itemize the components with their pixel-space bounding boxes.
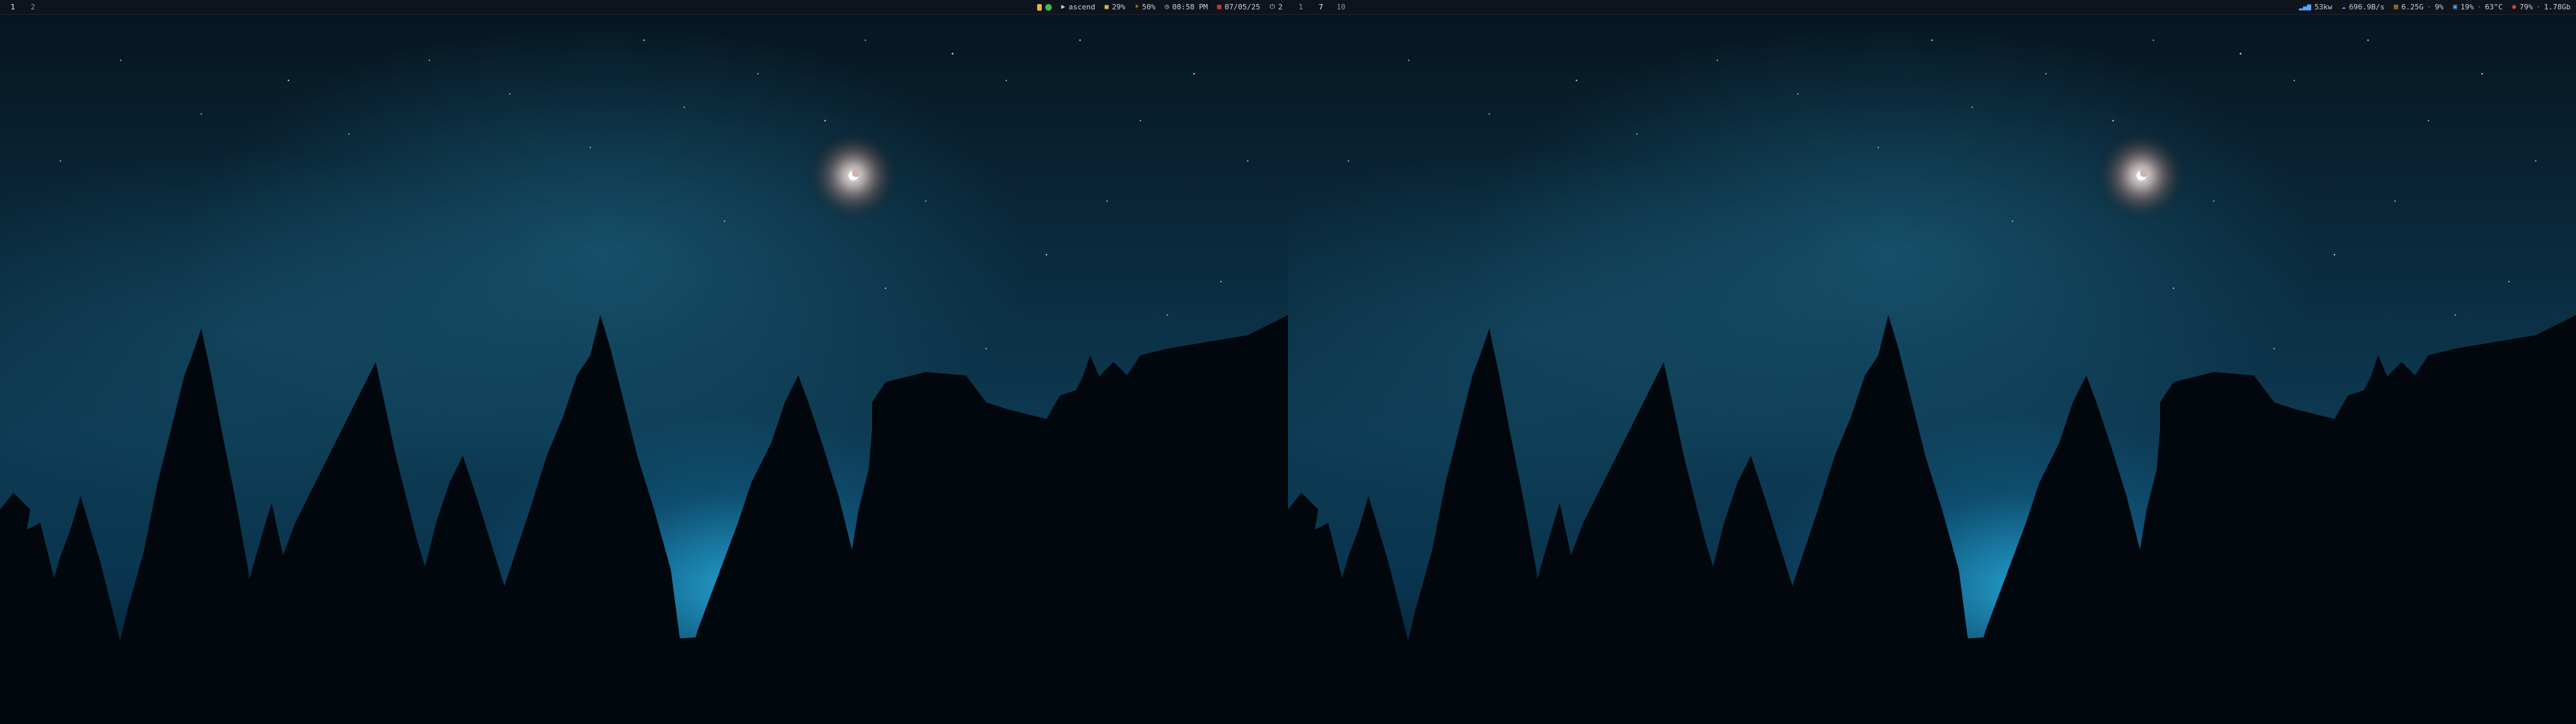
workspace-switcher: 1 7 10 [1292,0,1350,15]
ram-value: 6.25G [2401,3,2424,11]
desktop-wallpaper [0,0,1288,724]
time-value: 08:58 PM [1172,3,1208,11]
stars [60,39,1248,349]
volume-module[interactable]: ■ 29% [1105,0,1126,15]
calendar-icon: ▦ [1217,3,1222,11]
power-label: 2 [1278,3,1283,11]
disk-value: 1.78Gb [2544,3,2571,11]
workspace-button[interactable]: 7 [1312,0,1330,15]
brightness-module[interactable]: ☀ 50% [1135,0,1156,15]
play-icon[interactable]: ▶ [1061,0,1065,15]
date-value: 07/05/25 [1224,3,1260,11]
spotify-icon[interactable] [1044,4,1052,11]
forest-silhouette [1288,315,2576,724]
power-module[interactable]: ⏻ 2 [1269,0,1283,15]
stars [1348,39,2536,349]
cpu-module[interactable]: ▣ 19% · 63°C [2453,0,2503,15]
monitor-left: 1 2 ▶ ascend ■ 29% ☀ 50% ◷ 08:58 PM ▦ 07… [0,0,1288,724]
brightness-value: 50% [1142,3,1156,11]
clock-icon: ◷ [1165,3,1169,11]
top-status-bar-left: 1 2 ▶ ascend ■ 29% ☀ 50% ◷ 08:58 PM ▦ 07… [0,0,1288,15]
media-player[interactable]: ▶ ascend [1061,0,1095,15]
workspace-button[interactable]: 2 [24,0,42,15]
monitor-right: 1 7 10 ▂▄▆ 53kw ☁ 696.9B/s ▤ 6.25G · 9% … [1288,0,2576,724]
workspace-button[interactable]: 1 [4,0,21,15]
wifi-value: 53kw [2314,3,2332,11]
power-icon: ⏻ [1269,3,1275,11]
date-module[interactable]: ▦ 07/05/25 [1217,0,1260,15]
network-module[interactable]: ☁ 696.9B/s [2342,0,2385,15]
workspace-button[interactable]: 10 [1332,0,1350,15]
tray-icons [1036,4,1052,11]
system-stats: ▂▄▆ 53kw ☁ 696.9B/s ▤ 6.25G · 9% ▣ 19% ·… [2299,0,2571,15]
clock-module[interactable]: ◷ 08:58 PM [1165,0,1208,15]
sun-icon: ☀ [1134,3,1139,11]
cpu-value: 19% [2460,3,2474,11]
speaker-icon: ■ [1104,3,1109,11]
ram-icon: ▤ [2394,3,2398,11]
separator: · [2536,3,2541,11]
disk-percent: 79% [2519,3,2533,11]
status-modules: ▶ ascend ■ 29% ☀ 50% ◷ 08:58 PM ▦ 07/05/… [1036,0,1283,15]
workspace-button[interactable]: 1 [1292,0,1309,15]
signal-icon: ▂▄▆ [2299,3,2312,11]
temperature-value: 63°C [2485,3,2503,11]
separator: · [2426,3,2432,11]
workspace-switcher: 1 2 [4,0,42,15]
disk-module[interactable]: ◉ 79% · 1.78Gb [2512,0,2571,15]
battery-icon[interactable] [1036,4,1042,11]
wifi-module[interactable]: ▂▄▆ 53kw [2299,0,2332,15]
forest-silhouette [0,315,1288,724]
ram-percent: 9% [2434,3,2444,11]
player-label: ascend [1068,3,1095,11]
cpu-icon: ▣ [2453,3,2457,11]
night-forest-scene [0,39,1288,724]
separator: · [2477,3,2482,11]
night-forest-scene [1288,39,2576,724]
top-status-bar-right: 1 7 10 ▂▄▆ 53kw ☁ 696.9B/s ▤ 6.25G · 9% … [1288,0,2576,15]
network-value: 696.9B/s [2349,3,2385,11]
cloud-download-icon: ☁ [2341,3,2346,11]
desktop-wallpaper [1288,0,2576,724]
volume-value: 29% [1112,3,1126,11]
disk-icon: ◉ [2512,3,2516,11]
ram-module[interactable]: ▤ 6.25G · 9% [2394,0,2444,15]
